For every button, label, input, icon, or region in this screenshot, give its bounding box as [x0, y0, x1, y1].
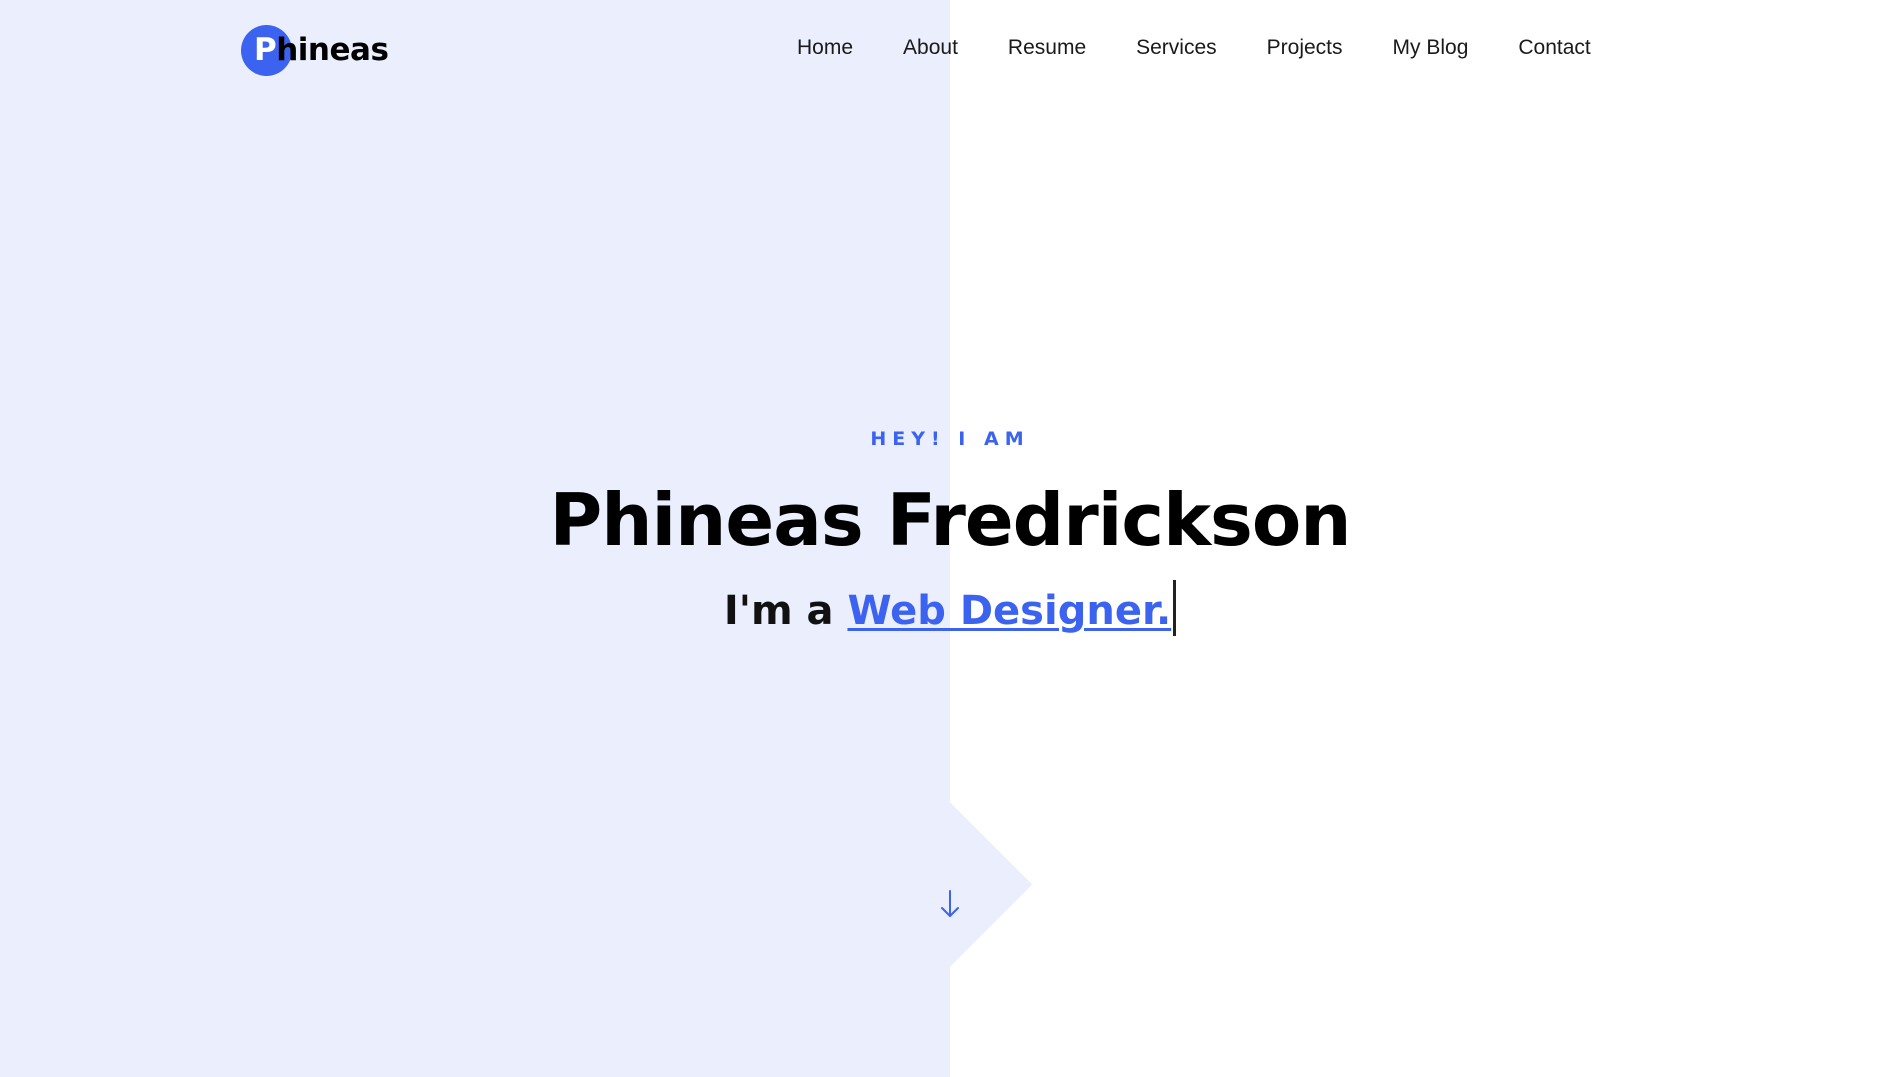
nav-services[interactable]: Services [1136, 36, 1217, 60]
main-nav: Home About Resume Services Projects My B… [797, 36, 1591, 60]
logo-text: Phineas [254, 32, 389, 68]
logo-first-letter: P [254, 32, 277, 68]
nav-about[interactable]: About [903, 36, 958, 60]
nav-my-blog[interactable]: My Blog [1393, 36, 1469, 60]
scroll-down-button[interactable] [930, 884, 970, 924]
hero-subtitle: I'm a Web Designer. [0, 580, 1891, 641]
hero-kicker: HEY! I AM [870, 428, 1030, 450]
nav-projects[interactable]: Projects [1267, 36, 1343, 60]
site-header: Phineas Home About Resume Services Proje… [0, 0, 1891, 100]
typing-cursor [1173, 580, 1177, 636]
logo-rest: hineas [276, 32, 389, 68]
nav-resume[interactable]: Resume [1008, 36, 1086, 60]
arrow-down-icon [941, 890, 959, 917]
nav-contact[interactable]: Contact [1518, 36, 1590, 60]
nav-home[interactable]: Home [797, 36, 853, 60]
page: Phineas Home About Resume Services Proje… [0, 0, 1891, 1077]
hero-role-typed: Web Designer. [847, 588, 1172, 634]
hero-subtitle-prefix: I'm a [723, 588, 848, 634]
logo[interactable]: Phineas [241, 24, 389, 76]
hero-section: HEY! I AM Phineas Fredrickson I'm a Web … [0, 420, 1891, 641]
hero-name: Phineas Fredrickson [549, 478, 1351, 562]
